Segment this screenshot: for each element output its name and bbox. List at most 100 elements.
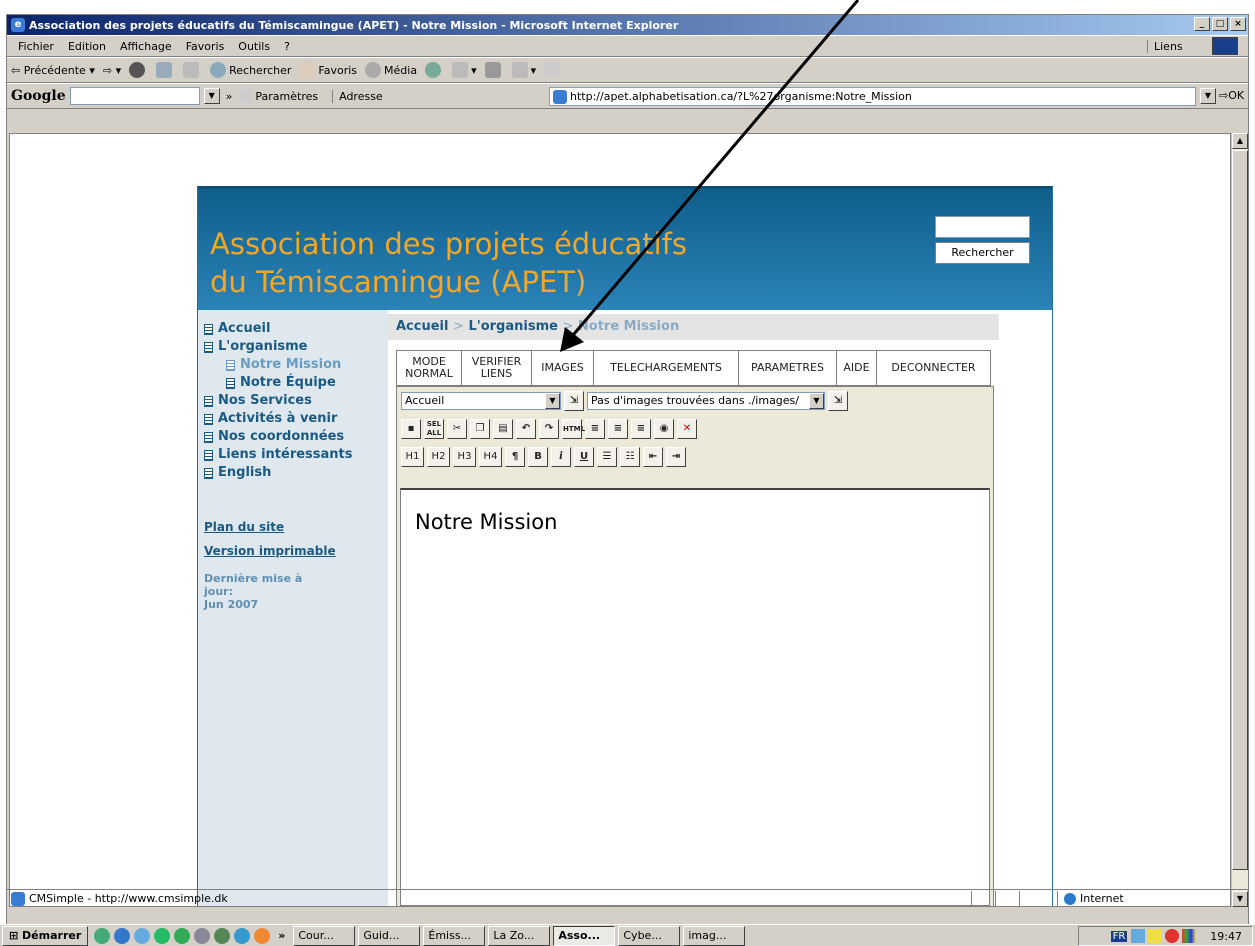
- image-select[interactable]: Pas d'images trouvées dans ./images/ ▼: [587, 392, 825, 410]
- italic-button[interactable]: i: [551, 447, 571, 467]
- menu-view[interactable]: Affichage: [113, 40, 179, 53]
- tab-parametres[interactable]: PARAMETRES: [739, 351, 837, 385]
- nav-item-activites[interactable]: Activités à venir: [204, 410, 388, 428]
- unlink-icon[interactable]: ✕: [677, 419, 697, 439]
- tab-mode-normal[interactable]: MODE NORMAL: [397, 351, 462, 385]
- menu-favorites[interactable]: Favoris: [179, 40, 232, 53]
- quicklaunch-icon[interactable]: [214, 927, 231, 944]
- close-button[interactable]: ×: [1230, 17, 1246, 31]
- task-button[interactable]: La Zo...: [488, 925, 551, 946]
- maximize-button[interactable]: □: [1212, 17, 1228, 31]
- cut-icon[interactable]: ✂: [447, 419, 467, 439]
- tab-aide[interactable]: AIDE: [837, 351, 877, 385]
- nav-item-english[interactable]: English: [204, 464, 388, 482]
- media-button[interactable]: Média: [365, 62, 417, 78]
- more-chevron-icon[interactable]: »: [278, 929, 285, 942]
- breadcrumb-section[interactable]: L'organisme: [468, 319, 558, 334]
- site-search-input[interactable]: [935, 216, 1030, 238]
- quicklaunch-icon[interactable]: [134, 927, 151, 944]
- history-button[interactable]: [425, 62, 444, 78]
- tab-deconnecter[interactable]: DECONNECTER: [877, 351, 990, 385]
- menu-file[interactable]: Fichier: [11, 40, 61, 53]
- nav-item-liens[interactable]: Liens intéressants: [204, 446, 388, 464]
- tray-icon[interactable]: [1131, 929, 1146, 943]
- printable-link[interactable]: Version imprimable: [204, 544, 388, 558]
- task-button-active[interactable]: Asso...: [553, 925, 616, 946]
- task-button[interactable]: Guid...: [358, 925, 421, 946]
- nav-item-organisme[interactable]: L'organisme: [204, 338, 388, 356]
- tab-images[interactable]: IMAGES: [532, 351, 594, 385]
- address-input[interactable]: http://apet.alphabetisation.ca/?L%27orga…: [549, 87, 1196, 106]
- align-right-icon[interactable]: ≡: [631, 419, 651, 439]
- nav-item-accueil[interactable]: Accueil: [204, 320, 388, 338]
- bold-button[interactable]: B: [528, 447, 548, 467]
- nav-item-notre-mission[interactable]: Notre Mission: [204, 356, 388, 374]
- task-button[interactable]: imag...: [683, 925, 746, 946]
- underline-button[interactable]: U: [574, 447, 594, 467]
- menu-edit[interactable]: Edition: [61, 40, 113, 53]
- favorites-button[interactable]: Favoris: [299, 62, 357, 78]
- breadcrumb-home[interactable]: Accueil: [396, 319, 448, 334]
- site-search-button[interactable]: Rechercher: [935, 242, 1030, 264]
- task-button[interactable]: Cour...: [293, 925, 356, 946]
- address-dropdown-icon[interactable]: ▼: [1200, 88, 1216, 104]
- html-icon[interactable]: HTML: [562, 419, 585, 439]
- params-menu[interactable]: Paramètres: [255, 90, 318, 103]
- redo-icon[interactable]: ↷: [539, 419, 559, 439]
- quicklaunch-icon[interactable]: [114, 927, 131, 944]
- insert-link-button[interactable]: ⇲: [564, 391, 584, 411]
- sitemap-link[interactable]: Plan du site: [204, 520, 388, 534]
- discuss-button[interactable]: [544, 62, 563, 78]
- google-search-input[interactable]: [69, 87, 200, 105]
- page-link-select[interactable]: Accueil ▼: [401, 392, 561, 410]
- go-button[interactable]: ⇨OK: [1219, 89, 1244, 102]
- undo-icon[interactable]: ↶: [516, 419, 536, 439]
- nav-item-notre-equipe[interactable]: Notre Équipe: [204, 374, 388, 392]
- indent-icon[interactable]: ⇥: [666, 447, 686, 467]
- h4-button[interactable]: H4: [479, 447, 502, 467]
- back-button[interactable]: ⇦ Précédente ▾: [11, 64, 95, 77]
- more-chevron-icon[interactable]: »: [226, 90, 233, 103]
- task-button[interactable]: Émiss...: [423, 925, 486, 946]
- outdent-icon[interactable]: ⇤: [643, 447, 663, 467]
- tab-verifier-liens[interactable]: VERIFIER LIENS: [462, 351, 532, 385]
- search-button[interactable]: Rechercher: [210, 62, 291, 78]
- home-button[interactable]: [183, 62, 202, 78]
- links-toolbar[interactable]: Liens: [1147, 39, 1190, 53]
- minimize-button[interactable]: _: [1194, 17, 1210, 31]
- menu-help[interactable]: ?: [277, 40, 297, 53]
- print-button[interactable]: [484, 62, 504, 78]
- tray-icon[interactable]: [1148, 929, 1163, 943]
- h1-button[interactable]: H1: [401, 447, 424, 467]
- paste-icon[interactable]: ▤: [493, 419, 513, 439]
- select-all-icon[interactable]: SEL ALL: [424, 419, 444, 439]
- edit-button[interactable]: ▾: [511, 62, 536, 78]
- quicklaunch-icon[interactable]: [94, 927, 111, 944]
- nav-item-nos-services[interactable]: Nos Services: [204, 392, 388, 410]
- scroll-thumb[interactable]: [1232, 150, 1248, 870]
- task-button[interactable]: Cybe...: [618, 925, 681, 946]
- language-indicator[interactable]: FR: [1110, 930, 1128, 942]
- forward-button[interactable]: ⇨ ▾: [103, 64, 121, 77]
- tab-telechargements[interactable]: TELECHARGEMENTS: [594, 351, 739, 385]
- vertical-scrollbar[interactable]: ▲ ▼: [1231, 133, 1248, 907]
- insert-image-button[interactable]: ⇲: [828, 391, 848, 411]
- stop-button[interactable]: [129, 62, 148, 78]
- quicklaunch-icon[interactable]: [174, 927, 191, 944]
- refresh-button[interactable]: [156, 62, 175, 78]
- paragraph-button[interactable]: ¶: [505, 447, 525, 467]
- h2-button[interactable]: H2: [427, 447, 450, 467]
- quicklaunch-icon[interactable]: [234, 927, 251, 944]
- link-icon[interactable]: ◉: [654, 419, 674, 439]
- save-icon[interactable]: ▪: [401, 419, 421, 439]
- h3-button[interactable]: H3: [453, 447, 476, 467]
- copy-icon[interactable]: ❐: [470, 419, 490, 439]
- bullet-list-icon[interactable]: ☰: [597, 447, 617, 467]
- mail-button[interactable]: ▾: [452, 62, 477, 78]
- align-left-icon[interactable]: ≡: [585, 419, 605, 439]
- align-center-icon[interactable]: ≡: [608, 419, 628, 439]
- google-dropdown-icon[interactable]: ▼: [203, 88, 220, 104]
- quicklaunch-icon[interactable]: [154, 927, 171, 944]
- tray-icon[interactable]: [1165, 929, 1180, 943]
- nav-item-coordonnees[interactable]: Nos coordonnées: [204, 428, 388, 446]
